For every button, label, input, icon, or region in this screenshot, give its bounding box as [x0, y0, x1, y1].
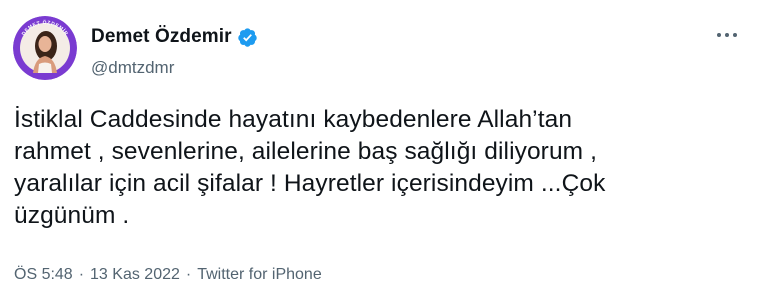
more-options-button[interactable] [712, 20, 742, 50]
tweet-text: İstiklal Caddesinde hayatını kaybedenler… [14, 106, 606, 229]
tweet: DEMET ÖZDEMİR Demet Özdemir @dmtzdmr İst… [0, 0, 770, 307]
name-row: Demet Özdemir [91, 25, 258, 49]
verified-badge-icon [237, 27, 258, 48]
avatar-image: DEMET ÖZDEMİR [13, 16, 77, 80]
meta-separator: · [78, 266, 85, 283]
tweet-time[interactable]: ÖS 5:48 [14, 266, 73, 284]
meta-separator: · [185, 266, 192, 283]
author-block: Demet Özdemir @dmtzdmr [91, 25, 258, 78]
more-options-icon [717, 33, 737, 37]
avatar[interactable]: DEMET ÖZDEMİR [13, 16, 77, 80]
tweet-source[interactable]: Twitter for iPhone [197, 266, 322, 284]
tweet-date[interactable]: 13 Kas 2022 [90, 266, 180, 284]
display-name[interactable]: Demet Özdemir [91, 26, 232, 48]
handle[interactable]: @dmtzdmr [91, 58, 258, 78]
tweet-meta: ÖS 5:48 · 13 Kas 2022 · Twitter for iPho… [14, 266, 322, 284]
